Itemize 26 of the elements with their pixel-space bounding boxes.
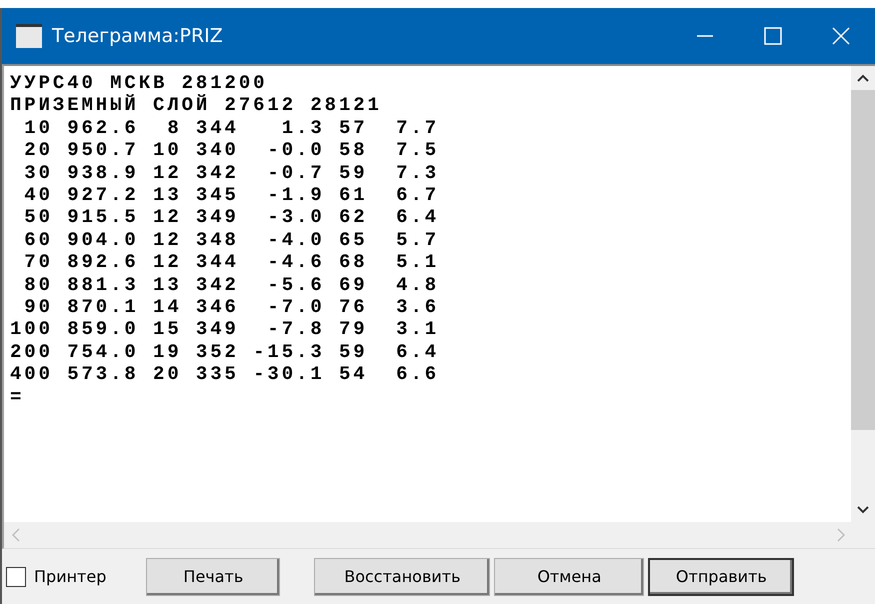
text-line: = — [10, 386, 24, 408]
window-title: Телеграмма:PRIZ — [52, 25, 224, 47]
text-line: 60 904.0 12 348 -4.0 65 5.7 — [23, 228, 440, 252]
table-icon — [16, 24, 42, 48]
text-line: 10 962.6 8 344 1.3 57 7.7 — [23, 116, 440, 140]
dialog-button[interactable]: Отправить — [648, 558, 794, 596]
minimize-icon — [697, 35, 713, 37]
text-line: 30 938.9 12 342 -0.7 59 7.3 — [23, 162, 440, 184]
printer-checkbox[interactable]: Принтер — [6, 566, 106, 586]
text-line: 50 915.5 12 349 -3.0 62 6.4 — [23, 206, 440, 229]
dialog-button[interactable]: Отмена — [494, 558, 644, 596]
text-line: 20 950.7 10 340 -0.0 58 7.5 — [23, 139, 440, 162]
dialog-button[interactable]: Восстановить — [314, 558, 490, 596]
scrollbar-thumb[interactable] — [851, 90, 875, 430]
text-line: 70 892.6 12 344 -4.6 68 5.1 — [23, 251, 440, 274]
text-line: УУРС40 МСКВ 281200 — [10, 72, 268, 94]
text-line: ПРИЗЕМНЫЙ СЛОЙ 27612 28121 — [10, 94, 382, 117]
close-icon — [831, 26, 851, 46]
text-line: 200 754.0 19 352 -15.3 59 6.4 — [10, 340, 440, 364]
text-line: 100 859.0 15 349 -7.8 79 3.1 — [10, 318, 440, 341]
dialog-button[interactable]: Печать — [146, 558, 280, 596]
text-line: 90 870.1 14 346 -7.0 76 3.6 — [23, 296, 440, 318]
text-line: 40 927.2 13 345 -1.9 61 6.7 — [23, 184, 440, 206]
text-line: 400 573.8 20 335 -30.1 54 6.6 — [10, 363, 440, 386]
text-line: 80 881.3 13 342 -5.6 69 4.8 — [23, 274, 440, 296]
maximize-icon — [763, 26, 783, 46]
